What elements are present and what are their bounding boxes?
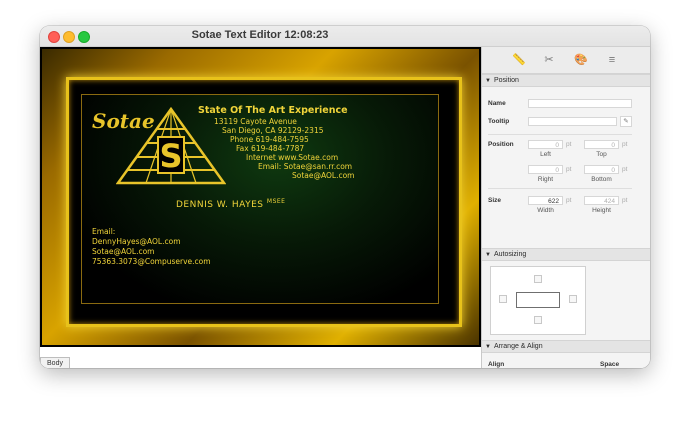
top-field[interactable]: 0 — [584, 140, 619, 149]
right-caption: Right — [537, 176, 554, 183]
name-field[interactable] — [528, 99, 632, 108]
document-canvas[interactable]: S Sotae State Of The Art Experience 1311… — [40, 47, 481, 347]
tools-icon[interactable]: ✂ — [542, 53, 556, 67]
disclosure-triangle-icon: ▼ — [485, 78, 491, 84]
email-line: 75363.3073@Compuserve.com — [92, 257, 211, 266]
business-card: S Sotae State Of The Art Experience 1311… — [81, 94, 439, 304]
left-unit: pt — [566, 141, 572, 148]
card-tagline: State Of The Art Experience — [198, 105, 348, 116]
size-label: Size — [488, 197, 502, 204]
database-icon[interactable]: ≡ — [605, 53, 619, 67]
card-name: DENNIS W. HAYES MSEE — [176, 198, 285, 210]
inspector-panel: 📏 ✂ 🎨 ≡ ▼ Position Name Tooltip ✎ Positio… — [482, 47, 650, 368]
separator — [488, 188, 632, 189]
gold-frame: S Sotae State Of The Art Experience 1311… — [42, 49, 479, 345]
width-unit: pt — [566, 197, 572, 204]
section-title: Position — [493, 77, 519, 84]
bottom-unit: pt — [622, 166, 628, 173]
window-title: Sotae Text Editor 12:08:23 — [191, 29, 329, 41]
inspector-tabs: 📏 ✂ 🎨 ≡ — [482, 47, 650, 74]
height-unit: pt — [622, 197, 628, 204]
separator — [488, 134, 632, 135]
name-label: Name — [488, 100, 506, 107]
disclosure-triangle-icon: ▼ — [485, 252, 491, 258]
right-field[interactable]: 0 — [528, 165, 563, 174]
align-label: Align — [488, 361, 505, 368]
space-label: Space — [600, 361, 620, 368]
editor-area[interactable]: S Sotae State Of The Art Experience 1311… — [40, 47, 481, 368]
brand-logo-text: Sotae — [92, 109, 155, 133]
width-caption: Width — [537, 207, 554, 214]
right-strut[interactable] — [569, 295, 577, 303]
bottom-strut[interactable] — [534, 316, 542, 324]
app-window: Sotae Text Editor 12:08:23 S Sotae State… — [40, 26, 650, 368]
palette-icon[interactable]: 🎨 — [574, 53, 588, 67]
body-tab[interactable]: Body — [40, 357, 70, 368]
card-name-text: DENNIS W. HAYES — [176, 200, 264, 210]
pencil-icon: ✎ — [623, 118, 629, 125]
height-caption: Height — [592, 207, 611, 214]
email-line: Sotae@AOL.com — [292, 171, 355, 180]
height-field[interactable]: 424 — [584, 196, 619, 205]
autosizing-control[interactable] — [490, 266, 586, 335]
top-caption: Top — [596, 151, 607, 158]
position-label: Position — [488, 141, 514, 148]
email-line: DennyHayes@AOL.com — [92, 237, 181, 246]
tooltip-field[interactable] — [528, 117, 617, 126]
disclosure-triangle-icon: ▼ — [485, 344, 491, 350]
right-unit: pt — [566, 166, 572, 173]
autosizing-view-box[interactable] — [516, 292, 560, 308]
top-strut[interactable] — [534, 275, 542, 283]
email-line: Sotae@AOL.com — [92, 247, 155, 256]
card-frame: S Sotae State Of The Art Experience 1311… — [66, 77, 462, 327]
section-title: Arrange & Align — [493, 343, 543, 350]
title-bar: Sotae Text Editor 12:08:23 — [40, 26, 650, 47]
left-caption: Left — [540, 151, 551, 158]
top-unit: pt — [622, 141, 628, 148]
svg-text:S: S — [159, 137, 182, 175]
bottom-caption: Bottom — [591, 176, 612, 183]
left-strut[interactable] — [499, 295, 507, 303]
position-section-header[interactable]: ▼ Position — [482, 74, 650, 87]
arrange-section-header[interactable]: ▼ Arrange & Align — [482, 340, 650, 353]
tooltip-label: Tooltip — [488, 118, 510, 125]
ruler-icon[interactable]: 📏 — [512, 53, 526, 67]
edit-tooltip-button[interactable]: ✎ — [620, 116, 632, 127]
autosizing-section-header[interactable]: ▼ Autosizing — [482, 248, 650, 261]
left-field[interactable]: 0 — [528, 140, 563, 149]
section-title: Autosizing — [493, 251, 527, 258]
email-heading: Email: — [92, 227, 116, 236]
card-name-suffix: MSEE — [266, 198, 286, 205]
width-field[interactable]: 622 — [528, 196, 563, 205]
bottom-field[interactable]: 0 — [584, 165, 619, 174]
